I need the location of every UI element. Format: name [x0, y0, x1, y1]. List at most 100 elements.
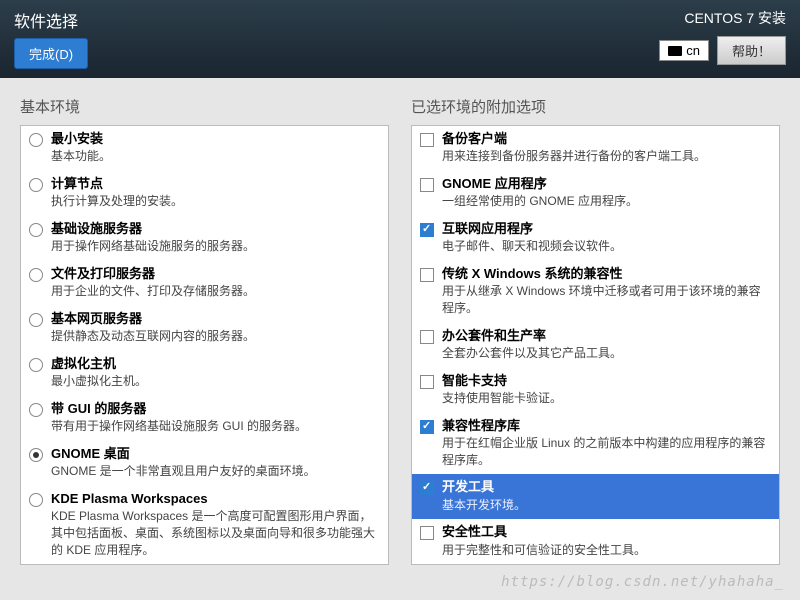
environment-item[interactable]: 计算节点执行计算及处理的安装。	[21, 171, 388, 216]
item-title: 备份客户端	[442, 130, 771, 148]
item-desc: 用于在红帽企业版 Linux 的之前版本中构建的应用程序的兼容程序库。	[442, 435, 771, 469]
item-title: 兼容性程序库	[442, 417, 771, 435]
addon-item[interactable]: 备份客户端用来连接到备份服务器并进行备份的客户端工具。	[412, 126, 779, 171]
addon-item[interactable]: 安全性工具用于完整性和可信验证的安全性工具。	[412, 519, 779, 564]
radio-icon[interactable]	[29, 358, 43, 372]
item-text: 基础设施服务器用于操作网络基础设施服务的服务器。	[51, 220, 380, 255]
environment-item[interactable]: 最小安装基本功能。	[21, 126, 388, 171]
checkbox-icon[interactable]	[420, 375, 434, 389]
item-desc: 用于从继承 X Windows 环境中迁移或者可用于该环境的兼容程序。	[442, 283, 771, 317]
addons-title: 已选环境的附加选项	[411, 96, 780, 117]
checkbox-icon[interactable]	[420, 223, 434, 237]
item-desc: 用来连接到备份服务器并进行备份的客户端工具。	[442, 148, 771, 165]
item-desc: 支持使用智能卡验证。	[442, 390, 771, 407]
header-right-bottom: cn 帮助！	[659, 36, 786, 65]
checkbox-icon[interactable]	[420, 178, 434, 192]
item-desc: GNOME 是一个非常直观且用户友好的桌面环境。	[51, 463, 380, 480]
item-text: 安全性工具用于完整性和可信验证的安全性工具。	[442, 523, 771, 558]
environment-item[interactable]: 带 GUI 的服务器带有用于操作网络基础设施服务 GUI 的服务器。	[21, 396, 388, 441]
checkbox-icon[interactable]	[420, 133, 434, 147]
item-text: 智能卡支持支持使用智能卡验证。	[442, 372, 771, 407]
item-text: 备份客户端用来连接到备份服务器并进行备份的客户端工具。	[442, 130, 771, 165]
item-desc: 全套办公套件以及其它产品工具。	[442, 345, 771, 362]
lang-code: cn	[686, 43, 700, 58]
addons-list[interactable]: 备份客户端用来连接到备份服务器并进行备份的客户端工具。 GNOME 应用程序一组经…	[411, 125, 780, 565]
addon-item[interactable]: 开发工具基本开发环境。	[412, 474, 779, 519]
item-title: 基础设施服务器	[51, 220, 380, 238]
item-text: GNOME 桌面GNOME 是一个非常直观且用户友好的桌面环境。	[51, 445, 380, 480]
checkbox-icon[interactable]	[420, 268, 434, 282]
item-title: GNOME 应用程序	[442, 175, 771, 193]
content: 基本环境 最小安装基本功能。计算节点执行计算及处理的安装。基础设施服务器用于操作…	[0, 78, 800, 583]
addon-item[interactable]: 系统管理工具对系统管理有用的程序。	[412, 564, 779, 565]
radio-icon[interactable]	[29, 448, 43, 462]
radio-icon[interactable]	[29, 223, 43, 237]
item-title: 基本网页服务器	[51, 310, 380, 328]
environment-item[interactable]: 虚拟化主机最小虚拟化主机。	[21, 351, 388, 396]
installer-title: CENTOS 7 安装	[684, 8, 786, 28]
addon-item[interactable]: GNOME 应用程序一组经常使用的 GNOME 应用程序。	[412, 171, 779, 216]
item-title: 传统 X Windows 系统的兼容性	[442, 265, 771, 283]
page-title: 软件选择	[14, 8, 88, 32]
item-text: 虚拟化主机最小虚拟化主机。	[51, 355, 380, 390]
environment-item[interactable]: KDE Plasma WorkspacesKDE Plasma Workspac…	[21, 486, 388, 565]
item-text: 办公套件和生产率全套办公套件以及其它产品工具。	[442, 327, 771, 362]
item-desc: 最小虚拟化主机。	[51, 373, 380, 390]
addon-item[interactable]: 兼容性程序库用于在红帽企业版 Linux 的之前版本中构建的应用程序的兼容程序库…	[412, 413, 779, 475]
item-desc: 电子邮件、聊天和视频会议软件。	[442, 238, 771, 255]
item-desc: 一组经常使用的 GNOME 应用程序。	[442, 193, 771, 210]
done-button[interactable]: 完成(D)	[14, 38, 88, 69]
addons-column: 已选环境的附加选项 备份客户端用来连接到备份服务器并进行备份的客户端工具。 GNO…	[411, 96, 780, 565]
header-left: 软件选择 完成(D)	[14, 8, 88, 70]
radio-icon[interactable]	[29, 403, 43, 417]
help-button[interactable]: 帮助！	[717, 36, 786, 65]
item-title: 最小安装	[51, 130, 380, 148]
item-text: 兼容性程序库用于在红帽企业版 Linux 的之前版本中构建的应用程序的兼容程序库…	[442, 417, 771, 469]
item-desc: 提供静态及动态互联网内容的服务器。	[51, 328, 380, 345]
item-desc: 基本功能。	[51, 148, 380, 165]
item-desc: 用于完整性和可信验证的安全性工具。	[442, 542, 771, 559]
radio-icon[interactable]	[29, 133, 43, 147]
item-title: GNOME 桌面	[51, 445, 380, 463]
item-desc: 用于企业的文件、打印及存储服务器。	[51, 283, 380, 300]
keyboard-icon	[668, 46, 682, 56]
item-title: KDE Plasma Workspaces	[51, 490, 380, 508]
checkbox-icon[interactable]	[420, 330, 434, 344]
addon-item[interactable]: 办公套件和生产率全套办公套件以及其它产品工具。	[412, 323, 779, 368]
item-text: 互联网应用程序电子邮件、聊天和视频会议软件。	[442, 220, 771, 255]
item-text: KDE Plasma WorkspacesKDE Plasma Workspac…	[51, 490, 380, 559]
checkbox-icon[interactable]	[420, 481, 434, 495]
environment-item[interactable]: 文件及打印服务器用于企业的文件、打印及存储服务器。	[21, 261, 388, 306]
radio-icon[interactable]	[29, 178, 43, 192]
radio-icon[interactable]	[29, 313, 43, 327]
keyboard-layout-indicator[interactable]: cn	[659, 40, 709, 61]
checkbox-icon[interactable]	[420, 526, 434, 540]
item-title: 计算节点	[51, 175, 380, 193]
header: 软件选择 完成(D) CENTOS 7 安装 cn 帮助！	[0, 0, 800, 78]
item-title: 互联网应用程序	[442, 220, 771, 238]
item-title: 办公套件和生产率	[442, 327, 771, 345]
item-text: 计算节点执行计算及处理的安装。	[51, 175, 380, 210]
environment-item[interactable]: 开发及生成工作站用于软件、硬件、图形或者内容开发的工作站。	[21, 564, 388, 565]
addon-item[interactable]: 传统 X Windows 系统的兼容性用于从继承 X Windows 环境中迁移…	[412, 261, 779, 323]
checkbox-icon[interactable]	[420, 420, 434, 434]
item-desc: 基本开发环境。	[442, 497, 771, 514]
item-desc: 用于操作网络基础设施服务的服务器。	[51, 238, 380, 255]
item-text: GNOME 应用程序一组经常使用的 GNOME 应用程序。	[442, 175, 771, 210]
header-right: CENTOS 7 安装 cn 帮助！	[659, 8, 786, 70]
radio-icon[interactable]	[29, 268, 43, 282]
environment-item[interactable]: 基础设施服务器用于操作网络基础设施服务的服务器。	[21, 216, 388, 261]
item-text: 文件及打印服务器用于企业的文件、打印及存储服务器。	[51, 265, 380, 300]
item-text: 最小安装基本功能。	[51, 130, 380, 165]
addon-item[interactable]: 智能卡支持支持使用智能卡验证。	[412, 368, 779, 413]
item-title: 虚拟化主机	[51, 355, 380, 373]
environments-list[interactable]: 最小安装基本功能。计算节点执行计算及处理的安装。基础设施服务器用于操作网络基础设…	[20, 125, 389, 565]
addon-item[interactable]: 互联网应用程序电子邮件、聊天和视频会议软件。	[412, 216, 779, 261]
environment-item[interactable]: 基本网页服务器提供静态及动态互联网内容的服务器。	[21, 306, 388, 351]
item-title: 带 GUI 的服务器	[51, 400, 380, 418]
environment-item[interactable]: GNOME 桌面GNOME 是一个非常直观且用户友好的桌面环境。	[21, 441, 388, 486]
item-title: 智能卡支持	[442, 372, 771, 390]
radio-icon[interactable]	[29, 493, 43, 507]
item-text: 带 GUI 的服务器带有用于操作网络基础设施服务 GUI 的服务器。	[51, 400, 380, 435]
item-text: 传统 X Windows 系统的兼容性用于从继承 X Windows 环境中迁移…	[442, 265, 771, 317]
